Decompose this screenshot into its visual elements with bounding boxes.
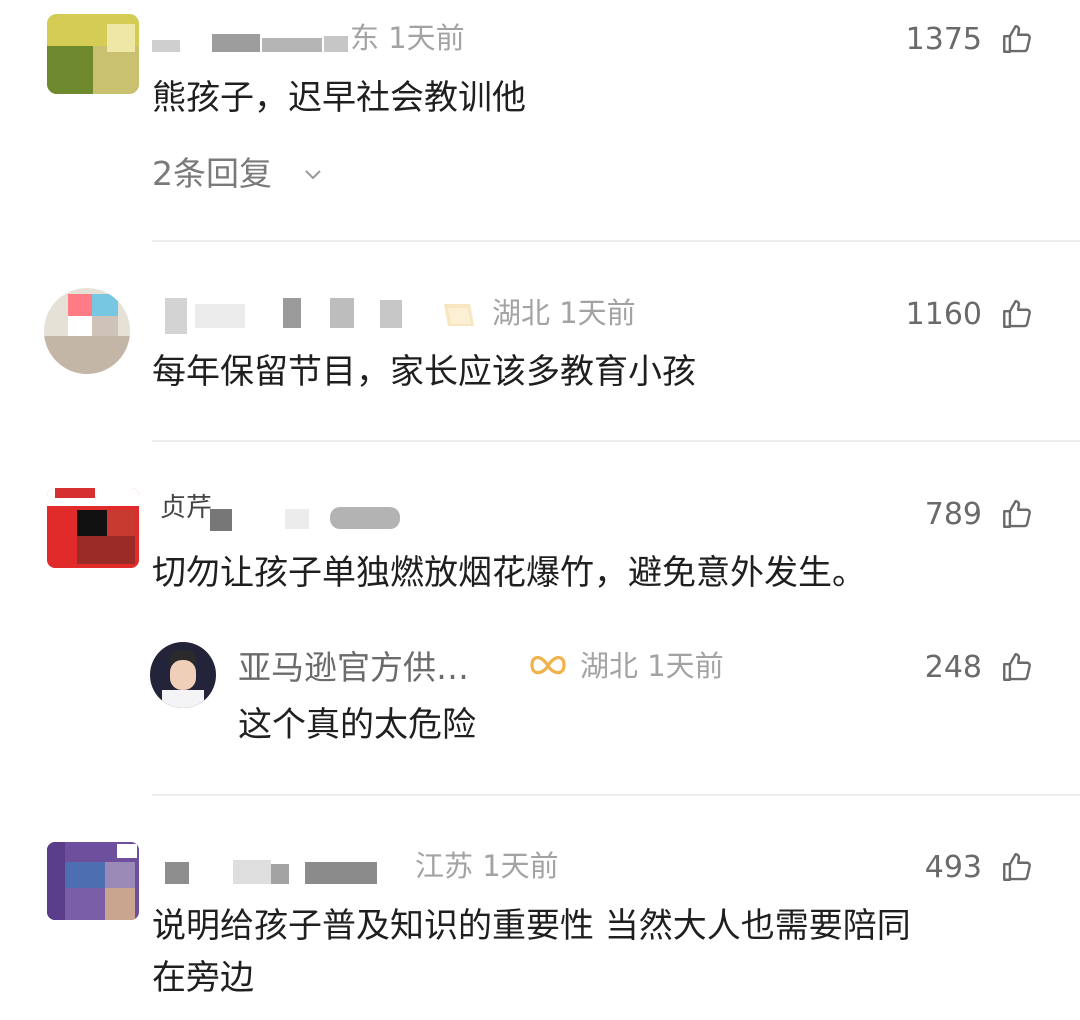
comment-text: 每年保留节目，家长应该多教育小孩 xyxy=(152,352,696,392)
reply-like-count: 248 xyxy=(924,650,982,685)
comment-text-line: 说明给孩子普及知识的重要性 当然大人也需要陪同 xyxy=(152,906,911,946)
like-count: 1160 xyxy=(905,297,982,332)
vip-badge-icon xyxy=(530,656,566,675)
comment-text: 切勿让孩子单独燃放烟花爆竹，避免意外发生。 xyxy=(152,553,866,593)
reply-text: 这个真的太危险 xyxy=(238,705,476,745)
replies-label: 2条回复 xyxy=(152,154,272,193)
avatar[interactable] xyxy=(44,288,130,374)
avatar[interactable] xyxy=(47,842,139,920)
vip-badge-icon xyxy=(444,304,474,326)
reply-avatar[interactable] xyxy=(150,642,216,708)
comment-text: 熊孩子，迟早社会教训他 xyxy=(152,78,526,118)
thumbs-up-icon[interactable] xyxy=(1000,297,1034,331)
comment-text-line: 在旁边 xyxy=(152,958,254,998)
thumbs-up-icon[interactable] xyxy=(1000,850,1034,884)
blurred-username[interactable] xyxy=(152,34,348,52)
chevron-down-icon xyxy=(305,170,321,180)
avatar[interactable] xyxy=(47,488,139,568)
thumbs-up-icon[interactable] xyxy=(1000,497,1034,531)
avatar[interactable] xyxy=(47,14,139,94)
divider xyxy=(152,440,1080,442)
comment-meta: 东 1天前 xyxy=(350,21,465,55)
like-count: 1375 xyxy=(905,22,982,57)
divider xyxy=(152,794,1080,796)
thumbs-up-icon[interactable] xyxy=(1000,650,1034,684)
reply-meta: 湖北 1天前 xyxy=(580,649,724,683)
reply-username[interactable]: 亚马逊官方供… xyxy=(238,651,469,684)
like-count: 789 xyxy=(924,497,982,532)
blurred-username[interactable]: 贞芹 xyxy=(160,495,400,535)
blurred-username[interactable] xyxy=(165,298,415,334)
blurred-username[interactable] xyxy=(165,860,380,884)
expand-replies-button[interactable]: 2条回复 xyxy=(152,155,342,195)
comment-meta: 江苏 1天前 xyxy=(415,849,559,883)
comment-meta: 湖北 1天前 xyxy=(492,296,636,330)
like-count: 493 xyxy=(924,850,982,885)
thumbs-up-icon[interactable] xyxy=(1000,22,1034,56)
divider xyxy=(152,240,1080,242)
